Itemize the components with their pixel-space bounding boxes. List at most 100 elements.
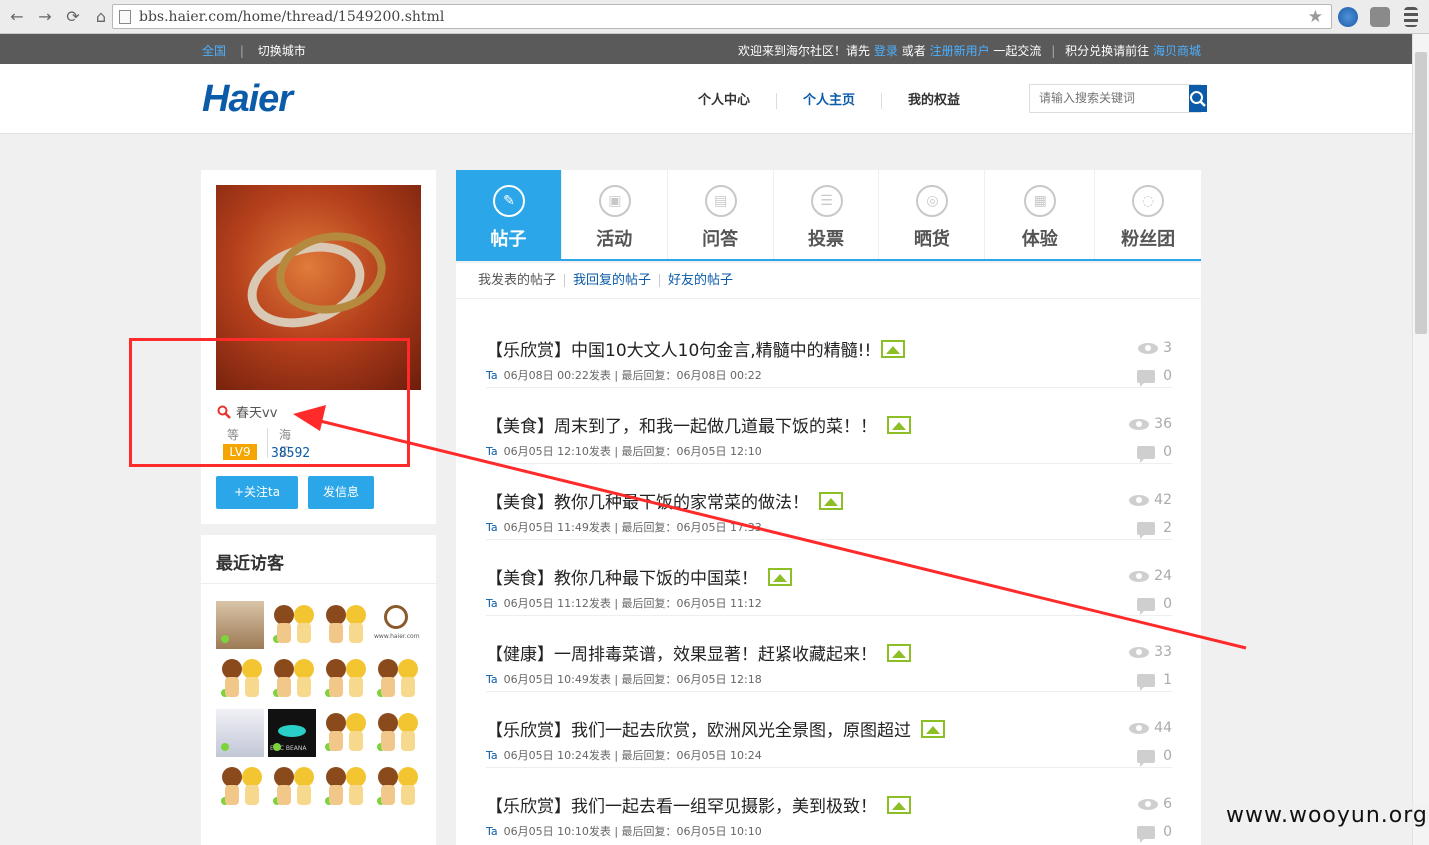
tab-label: 投票 <box>808 229 844 250</box>
page-scrollbar[interactable] <box>1412 34 1429 845</box>
post-meta: 06月05日 11:49发表 | 最后回复：06月05日 17:33 <box>503 521 762 534</box>
post-author[interactable]: Ta <box>486 673 498 686</box>
visitor-avatar[interactable] <box>320 709 368 757</box>
city-switch-link[interactable]: 切换城市 <box>258 44 306 58</box>
search-button[interactable] <box>1189 85 1207 112</box>
online-dot <box>325 797 333 805</box>
visitor-avatar[interactable] <box>268 655 316 703</box>
visitor-avatar[interactable] <box>216 601 264 649</box>
visitor-avatar[interactable] <box>320 601 368 649</box>
online-dot <box>221 797 229 805</box>
tab-label: 活动 <box>596 229 633 250</box>
visitor-avatar[interactable] <box>216 763 264 811</box>
nav-user-center[interactable]: 个人中心 <box>672 93 778 109</box>
list-item: 【健康】一周排毒菜谱，效果显著！赶紧收藏起来！ Ta 06月05日 10:49发表… <box>486 616 1172 692</box>
follow-button[interactable]: +关注ta <box>216 476 298 509</box>
eye-icon <box>1129 570 1150 582</box>
post-title[interactable]: 【健康】一周排毒菜谱，效果显著！赶紧收藏起来！ <box>486 640 877 665</box>
tab-posts[interactable]: ✎ 帖子 <box>456 170 562 259</box>
post-title[interactable]: 【乐欣赏】我们一起去看一组罕见摄影，美到极致！ <box>486 792 877 817</box>
back-icon[interactable]: ← <box>6 6 28 28</box>
visitor-avatar[interactable] <box>372 709 420 757</box>
post-title[interactable]: 【乐欣赏】中国10大文人10句金言,精髓中的精髓!! <box>486 336 871 361</box>
register-link[interactable]: 注册新用户 <box>930 44 990 58</box>
list-item: 【美食】教你几种最下饭的家常菜的做法！ Ta 06月05日 11:49发表 | 最… <box>486 464 1172 540</box>
subtab-my-replies[interactable]: 我回复的帖子 <box>565 274 661 287</box>
divider <box>201 583 436 584</box>
tab-qa[interactable]: ▤ 问答 <box>668 170 774 259</box>
post-title[interactable]: 【美食】教你几种最下饭的中国菜！ <box>486 564 758 589</box>
visitor-avatar[interactable] <box>216 709 264 757</box>
visitor-avatar[interactable]: www.haier.com <box>372 601 420 649</box>
eye-icon <box>1129 494 1150 506</box>
nav-my-rights[interactable]: 我的权益 <box>882 93 986 109</box>
watermark: www.wooyun.org <box>1222 803 1429 828</box>
forward-icon[interactable]: → <box>34 6 56 28</box>
post-meta: 06月05日 10:24发表 | 最后回复：06月05日 10:24 <box>503 749 762 762</box>
online-dot <box>221 689 229 697</box>
login-link[interactable]: 登录 <box>874 44 898 58</box>
comment-icon <box>1137 445 1156 463</box>
city-current[interactable]: 全国 <box>202 44 226 58</box>
chat-icon: ◌ <box>1132 185 1165 217</box>
subtab-friends-posts[interactable]: 好友的帖子 <box>660 274 741 287</box>
search-input[interactable] <box>1030 85 1189 112</box>
list-item: 【美食】教你几种最下饭的中国菜！ Ta 06月05日 11:12发表 | 最后回复… <box>486 540 1172 616</box>
visitor-avatar[interactable] <box>268 763 316 811</box>
online-dot <box>273 635 281 643</box>
post-author[interactable]: Ta <box>486 597 498 610</box>
recent-visitors: 最近访客 www.haier.com ERIC BEANA <box>201 535 436 845</box>
grid-icon: ▦ <box>1024 185 1057 217</box>
bookmark-star-icon[interactable]: ★ <box>1308 7 1323 27</box>
mall-link[interactable]: 海贝商城 <box>1153 44 1201 58</box>
eye-icon <box>1138 342 1159 354</box>
message-button[interactable]: 发信息 <box>308 476 374 509</box>
tab-activities[interactable]: ▣ 活动 <box>562 170 668 259</box>
page: ← → ⟳ ⌂ bbs.haier.com/home/thread/154920… <box>0 0 1429 845</box>
tab-label: 粉丝团 <box>1121 229 1176 250</box>
camera-icon: ◎ <box>916 185 949 217</box>
nav-personal-home[interactable]: 个人主页 <box>777 93 883 109</box>
points-text: 积分兑换请前往 <box>1065 44 1150 58</box>
tab-experience[interactable]: ▦ 体验 <box>985 170 1096 259</box>
visitor-avatar[interactable] <box>372 763 420 811</box>
visitor-avatar[interactable] <box>216 655 264 703</box>
top-bar: 全国 | 切换城市 欢迎来到海尔社区！请先 登录 或者 注册新用户 一起交流 |… <box>0 34 1412 64</box>
post-title[interactable]: 【乐欣赏】我们一起去欣赏，欧洲风光全景图，原图超过 <box>486 716 911 741</box>
post-author[interactable]: Ta <box>486 369 498 382</box>
reload-icon[interactable]: ⟳ <box>62 6 84 28</box>
reply-count: 0 <box>1163 596 1172 612</box>
scrollbar-thumb[interactable] <box>1415 52 1427 334</box>
address-bar[interactable]: bbs.haier.com/home/thread/1549200.shtml … <box>112 4 1332 29</box>
post-meta: 06月05日 12:10发表 | 最后回复：06月05日 12:10 <box>503 445 762 458</box>
post-author[interactable]: Ta <box>486 825 498 838</box>
post-author[interactable]: Ta <box>486 445 498 458</box>
post-title[interactable]: 【美食】教你几种最下饭的家常菜的做法！ <box>486 488 809 513</box>
haier-logo[interactable]: Haier <box>202 78 293 121</box>
visitor-avatar[interactable]: ERIC BEANA <box>268 709 316 757</box>
online-dot <box>273 743 281 751</box>
tab-label: 体验 <box>1021 229 1058 250</box>
visitor-avatar[interactable] <box>372 655 420 703</box>
post-author[interactable]: Ta <box>486 521 498 534</box>
extension-icon[interactable] <box>1370 7 1390 27</box>
comment-icon <box>1137 369 1156 387</box>
subtab-my-posts[interactable]: 我发表的帖子 <box>478 274 566 287</box>
online-dot <box>221 743 229 751</box>
visitor-avatar[interactable] <box>320 655 368 703</box>
tab-vote[interactable]: ☰ 投票 <box>774 170 880 259</box>
site-header: Haier 个人中心 个人主页 我的权益 <box>0 64 1412 134</box>
browser-toolbar: ← → ⟳ ⌂ bbs.haier.com/home/thread/154920… <box>0 0 1429 34</box>
post-title[interactable]: 【美食】周末到了，和我一起做几道最下饭的菜！！ <box>486 412 877 437</box>
visitor-avatar[interactable] <box>320 763 368 811</box>
image-icon <box>887 415 911 434</box>
menu-icon[interactable] <box>1404 7 1418 27</box>
visitor-avatar[interactable] <box>268 601 316 649</box>
tab-showcase[interactable]: ◎ 晒货 <box>879 170 986 259</box>
content-tabs: ✎ 帖子 ▣ 活动 ▤ 问答 ☰ 投票 ◎ 晒货 ▦ 体验 ◌ 粉丝团 <box>456 170 1201 261</box>
annotation-box <box>129 338 410 467</box>
globe-icon[interactable] <box>1338 7 1358 27</box>
post-author[interactable]: Ta <box>486 749 498 762</box>
tab-fans[interactable]: ◌ 粉丝团 <box>1095 170 1201 259</box>
home-icon[interactable]: ⌂ <box>90 6 112 28</box>
